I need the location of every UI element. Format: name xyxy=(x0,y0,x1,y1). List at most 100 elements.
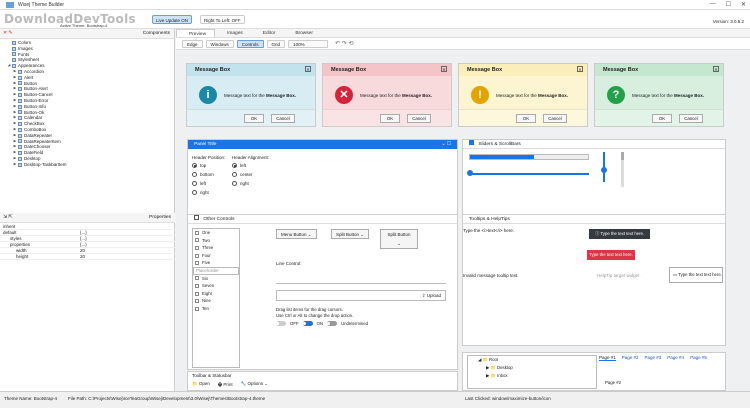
panel-tools-icon[interactable]: ⌄ ☐ xyxy=(441,140,451,149)
radio-circle[interactable] xyxy=(192,190,197,195)
message-text-plain: Message text for the xyxy=(496,93,539,98)
page-tab[interactable]: Page #3 xyxy=(645,355,662,361)
radio-circle[interactable] xyxy=(232,181,237,186)
toggle-undetermined[interactable] xyxy=(327,321,338,326)
expand-icon[interactable]: ⇲ ⇱ xyxy=(3,215,12,220)
upload-button[interactable]: ⇪ Upload xyxy=(422,293,441,299)
toggle-off[interactable] xyxy=(276,321,286,326)
helptip-text: Type the text text here. xyxy=(678,272,722,277)
close-icon[interactable]: ✕ xyxy=(305,66,311,72)
open-button[interactable]: 📁 Open xyxy=(192,381,210,389)
tab-editor[interactable]: Editor xyxy=(251,29,284,37)
radio-circle[interactable] xyxy=(232,172,237,177)
radio-circle[interactable] xyxy=(192,172,197,177)
h-slider[interactable] xyxy=(469,173,589,175)
property-row[interactable]: height 20 xyxy=(0,254,175,260)
split-button-vertical[interactable]: Split Button ⌄ xyxy=(380,229,418,249)
list-item[interactable]: Nine xyxy=(193,297,239,305)
ok-button[interactable]: OK xyxy=(652,114,672,123)
property-value[interactable]: {...} xyxy=(80,242,175,247)
radio-position-bottom[interactable]: bottom xyxy=(192,170,214,179)
tab-preview[interactable]: Preview xyxy=(176,29,216,37)
list-item[interactable]: Ten xyxy=(193,305,239,313)
zoom-select[interactable]: 100% xyxy=(288,39,329,48)
property-value[interactable] xyxy=(80,224,175,229)
tree-inbox[interactable]: ▶ 📁 Inbox xyxy=(468,372,596,380)
message-box: Message Box ✕! Message text for the Messag… xyxy=(458,63,588,127)
header-position-label: Header Position: xyxy=(192,155,226,160)
list-item[interactable]: Eight xyxy=(193,290,239,298)
grid-button[interactable]: Grid xyxy=(266,39,286,48)
radio-position-right[interactable]: right xyxy=(192,188,214,197)
cancel-button[interactable]: Cancel xyxy=(543,114,567,123)
maximize-icon[interactable]: ☐ xyxy=(726,1,731,8)
radio-circle[interactable] xyxy=(232,163,237,168)
close-icon[interactable]: ✕ xyxy=(441,66,447,72)
tab-images[interactable]: Images xyxy=(215,29,251,37)
message-box-footer: OK Cancel xyxy=(595,109,723,126)
radio-align-center[interactable]: center xyxy=(232,170,253,179)
radio-circle[interactable] xyxy=(192,163,197,168)
ok-button[interactable]: OK xyxy=(380,114,400,123)
tree-view[interactable]: ◢ 📁 Root ▶ 📁 Desktop ▶ 📁 Inbox xyxy=(467,355,597,389)
list-item[interactable]: Six xyxy=(193,275,239,283)
options-button[interactable]: 🔧 Options ⌄ xyxy=(241,381,268,389)
upload-field[interactable]: ⇪ Upload xyxy=(276,290,446,301)
list-item[interactable]: Five xyxy=(193,259,239,267)
radio-position-left[interactable]: left xyxy=(192,179,214,188)
list-item[interactable]: Two xyxy=(193,237,239,245)
rtl-toggle[interactable]: Right To Left: OFF xyxy=(200,15,245,24)
cancel-button[interactable]: Cancel xyxy=(679,114,703,123)
radio-position-top[interactable]: top xyxy=(192,161,214,170)
radio-circle[interactable] xyxy=(192,181,197,186)
tree-desktop[interactable]: ▶ 📁 Desktop xyxy=(468,364,596,372)
sliders-checkbox[interactable] xyxy=(469,140,474,145)
v-slider-thumb[interactable] xyxy=(601,167,607,173)
cancel-button[interactable]: Cancel xyxy=(407,114,431,123)
print-button[interactable]: 🖶 Print xyxy=(218,381,233,389)
other-checkbox[interactable] xyxy=(194,215,199,220)
ok-button[interactable]: OK xyxy=(244,114,264,123)
minimize-icon[interactable]: — xyxy=(710,1,716,8)
split-button[interactable]: Split Button ⌄ xyxy=(331,229,370,239)
nav-icons[interactable]: ↶ ↷ ⟲ xyxy=(335,40,353,47)
page-tab[interactable]: Page #1 xyxy=(599,355,616,361)
list-item[interactable]: Three xyxy=(193,244,239,252)
list-placeholder[interactable]: Placeholder xyxy=(193,266,239,275)
property-value[interactable]: 20 xyxy=(80,248,175,253)
menu-button[interactable]: Menu Button ⌄ xyxy=(276,229,317,239)
radio-align-right[interactable]: right xyxy=(232,179,253,188)
radio-align-left[interactable]: left xyxy=(232,161,253,170)
tab-browser[interactable]: Browser xyxy=(283,29,321,37)
alignment-radios: left center right xyxy=(232,161,253,188)
property-value[interactable]: {...} xyxy=(80,236,175,241)
toggle-on[interactable] xyxy=(302,321,313,326)
property-value[interactable]: {...} xyxy=(80,230,175,235)
page-tab[interactable]: Page #2 xyxy=(622,355,639,361)
page-tab[interactable]: Page #5 xyxy=(690,355,707,361)
property-key: height xyxy=(16,254,29,259)
list-item[interactable]: One xyxy=(193,229,239,237)
cancel-button[interactable]: Cancel xyxy=(271,114,295,123)
h-slider-thumb[interactable] xyxy=(467,170,473,176)
tree-item[interactable]: ▶ Desktop-TaskbarItem xyxy=(0,162,174,168)
line-control-label: Line Control: xyxy=(276,261,302,266)
list-box[interactable]: One Two Three Four Five Placeholder Six Seven Ei… xyxy=(192,228,240,368)
tree-root[interactable]: ◢ 📁 Root xyxy=(468,356,596,364)
controls-button[interactable]: Controls xyxy=(236,39,264,48)
tree-node-icon xyxy=(12,58,16,63)
ok-button[interactable]: OK xyxy=(516,114,536,123)
error-tooltip-text: Type the text text here. xyxy=(589,252,633,257)
page-tab[interactable]: Page #4 xyxy=(667,355,684,361)
live-update-toggle[interactable]: Live Update ON xyxy=(152,15,193,24)
windows-button[interactable]: Windows xyxy=(205,39,234,48)
property-value[interactable]: 20 xyxy=(80,254,175,259)
list-item[interactable]: Seven xyxy=(193,282,239,290)
close-icon[interactable]: ✕ xyxy=(741,1,746,8)
close-icon[interactable]: ✕ xyxy=(713,66,719,72)
close-icon[interactable]: ✕ xyxy=(577,66,583,72)
v-scrollbar-thumb[interactable] xyxy=(621,152,624,160)
list-item[interactable]: Four xyxy=(193,252,239,260)
delete-icon[interactable]: ✕ ✎ xyxy=(3,31,12,36)
browser-select[interactable]: Edge xyxy=(182,39,203,48)
